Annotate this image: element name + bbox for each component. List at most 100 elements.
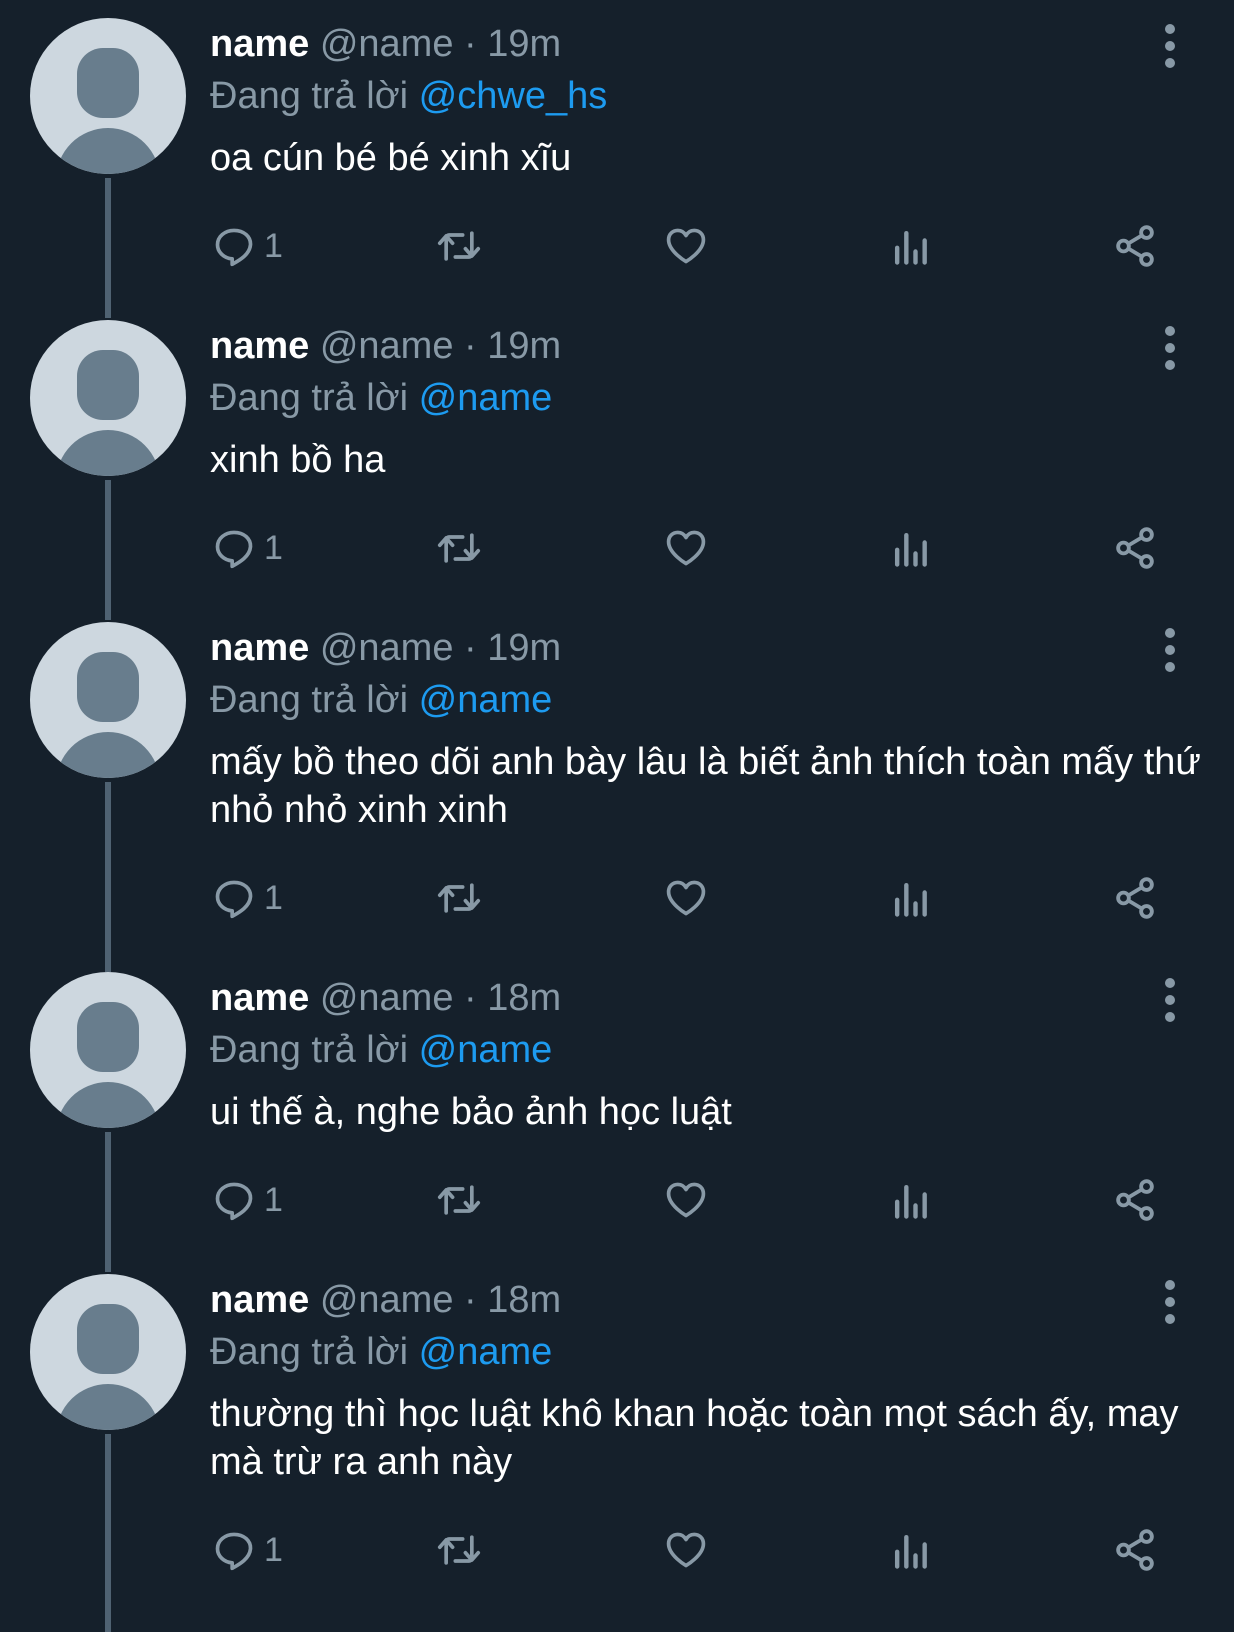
- views-button[interactable]: [890, 1520, 930, 1580]
- timestamp[interactable]: 18m: [487, 1279, 561, 1321]
- more-vertical-icon: [1165, 24, 1175, 34]
- display-name[interactable]: name: [210, 1279, 309, 1321]
- timestamp[interactable]: 19m: [487, 23, 561, 65]
- display-name[interactable]: name: [210, 977, 309, 1019]
- replying-to-label: Đang trả lời: [210, 679, 409, 721]
- reply-button[interactable]: 1: [212, 518, 283, 578]
- like-button[interactable]: [664, 216, 708, 276]
- replying-to-handle[interactable]: @name: [419, 377, 553, 419]
- share-icon: [1116, 1179, 1154, 1221]
- more-vertical-icon: [1165, 326, 1175, 336]
- like-button[interactable]: [664, 518, 708, 578]
- more-options-button[interactable]: [1158, 978, 1182, 1022]
- share-icon: [1116, 1529, 1154, 1571]
- reply-bubble-icon: [215, 1182, 253, 1221]
- share-button[interactable]: [1112, 1520, 1158, 1580]
- views-button[interactable]: [890, 518, 930, 578]
- tweet-text: thường thì học luật khô khan hoặc toàn m…: [210, 1393, 1179, 1483]
- reply-bubble-icon: [215, 530, 253, 569]
- tweet-text: ui thế à, nghe bảo ảnh học luật: [210, 1091, 732, 1133]
- tweet-actions: 1: [0, 216, 1234, 276]
- replying-to-label: Đang trả lời: [210, 1331, 409, 1373]
- avatar[interactable]: [30, 622, 186, 778]
- tweet[interactable]: name @name · 19m Đang trả lời @chwe_hs o…: [0, 0, 1234, 318]
- replying-to: Đang trả lời @name: [210, 374, 552, 422]
- share-button[interactable]: [1112, 216, 1158, 276]
- share-icon: [1116, 877, 1154, 919]
- conversation-thread: name @name · 19m Đang trả lời @chwe_hs o…: [0, 0, 1234, 1632]
- timestamp[interactable]: 19m: [487, 627, 561, 669]
- retweet-button[interactable]: [434, 216, 484, 276]
- replying-to-handle[interactable]: @name: [419, 679, 553, 721]
- like-button[interactable]: [664, 1170, 708, 1230]
- reply-button[interactable]: 1: [212, 868, 283, 928]
- display-name[interactable]: name: [210, 325, 309, 367]
- avatar[interactable]: [30, 320, 186, 476]
- replying-to-label: Đang trả lời: [210, 377, 409, 419]
- share-button[interactable]: [1112, 518, 1158, 578]
- share-button[interactable]: [1112, 868, 1158, 928]
- retweet-button[interactable]: [434, 868, 484, 928]
- tweet[interactable]: name @name · 19m Đang trả lời @name mấy …: [0, 604, 1234, 972]
- reply-count: 1: [264, 1180, 283, 1219]
- user-handle[interactable]: @name: [320, 1279, 454, 1321]
- user-handle[interactable]: @name: [320, 977, 454, 1019]
- reply-count: 1: [264, 528, 283, 567]
- avatar[interactable]: [30, 972, 186, 1128]
- user-handle[interactable]: @name: [320, 325, 454, 367]
- reply-count: 1: [264, 226, 283, 265]
- heart-icon: [666, 880, 706, 916]
- tweet[interactable]: name @name · 18m Đang trả lời @name thườ…: [0, 1256, 1234, 1632]
- user-handle[interactable]: @name: [320, 23, 454, 65]
- tweet[interactable]: name @name · 18m Đang trả lời @name ui t…: [0, 954, 1234, 1272]
- tweet-actions: 1: [0, 868, 1234, 928]
- views-chart-icon: [894, 1534, 927, 1569]
- tweet-header: name @name · 19m: [210, 20, 561, 68]
- display-name[interactable]: name: [210, 627, 309, 669]
- views-button[interactable]: [890, 216, 930, 276]
- separator-dot: ·: [464, 977, 477, 1019]
- replying-to: Đang trả lời @name: [210, 676, 552, 724]
- timestamp[interactable]: 18m: [487, 977, 561, 1019]
- more-options-button[interactable]: [1158, 628, 1182, 672]
- user-handle[interactable]: @name: [320, 627, 454, 669]
- retweet-button[interactable]: [434, 518, 484, 578]
- tweet-text: oa cún bé bé xinh xĩu: [210, 137, 572, 179]
- retweet-button[interactable]: [434, 1170, 484, 1230]
- tweet-header: name @name · 19m: [210, 322, 561, 370]
- heart-icon: [666, 1532, 706, 1568]
- tweet-header: name @name · 19m: [210, 624, 561, 672]
- timestamp[interactable]: 19m: [487, 325, 561, 367]
- like-button[interactable]: [664, 1520, 708, 1580]
- replying-to-handle[interactable]: @name: [419, 1331, 553, 1373]
- tweet[interactable]: name @name · 19m Đang trả lời @name xinh…: [0, 302, 1234, 620]
- reply-bubble-icon: [215, 880, 253, 919]
- reply-count: 1: [264, 1530, 283, 1569]
- share-button[interactable]: [1112, 1170, 1158, 1230]
- retweet-icon: [437, 883, 481, 913]
- views-chart-icon: [894, 230, 927, 265]
- avatar[interactable]: [30, 18, 186, 174]
- reply-button[interactable]: 1: [212, 1520, 283, 1580]
- separator-dot: ·: [464, 627, 477, 669]
- views-button[interactable]: [890, 1170, 930, 1230]
- retweet-icon: [437, 1185, 481, 1215]
- reply-button[interactable]: 1: [212, 1170, 283, 1230]
- retweet-button[interactable]: [434, 1520, 484, 1580]
- more-options-button[interactable]: [1158, 326, 1182, 370]
- like-button[interactable]: [664, 868, 708, 928]
- replying-to-handle[interactable]: @chwe_hs: [419, 75, 608, 117]
- separator-dot: ·: [464, 23, 477, 65]
- views-button[interactable]: [890, 868, 930, 928]
- replying-to-handle[interactable]: @name: [419, 1029, 553, 1071]
- avatar[interactable]: [30, 1274, 186, 1430]
- tweet-actions: 1: [0, 518, 1234, 578]
- reply-button[interactable]: 1: [212, 216, 283, 276]
- more-options-button[interactable]: [1158, 1280, 1182, 1324]
- views-chart-icon: [894, 882, 927, 917]
- tweet-header: name @name · 18m: [210, 1276, 561, 1324]
- more-options-button[interactable]: [1158, 24, 1182, 68]
- display-name[interactable]: name: [210, 23, 309, 65]
- share-icon: [1116, 225, 1154, 267]
- tweet-header: name @name · 18m: [210, 974, 561, 1022]
